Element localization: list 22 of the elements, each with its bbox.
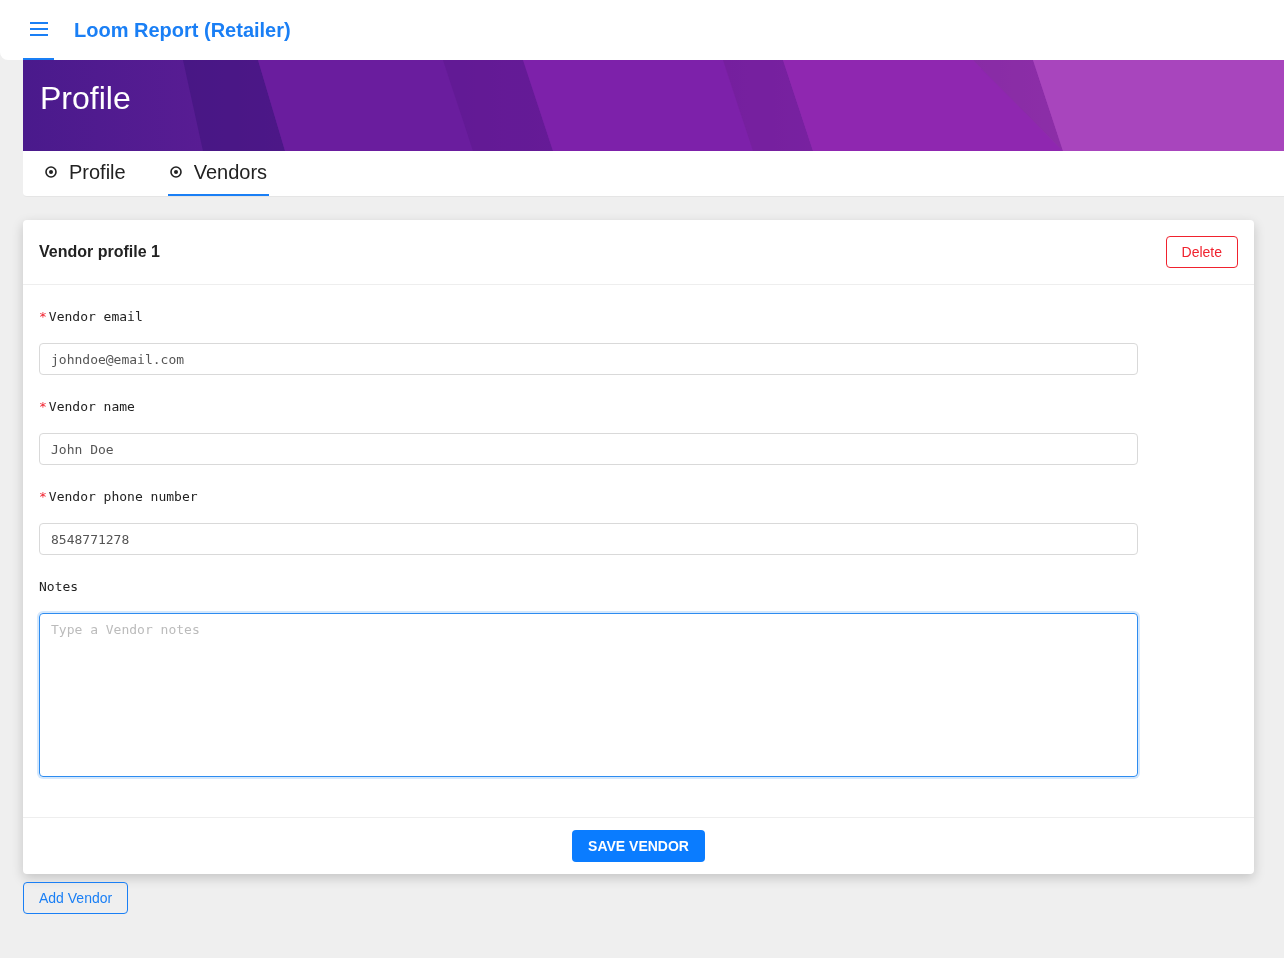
radio-icon	[45, 166, 57, 178]
field-label: Vendor phone number	[48, 488, 198, 507]
input-field[interactable]: johndoe@email.com	[39, 343, 1138, 375]
field-label: Vendor email	[48, 308, 143, 327]
menu-icon	[28, 21, 49, 37]
field-label: Vendor name	[48, 398, 135, 417]
tab[interactable]: Vendors	[167, 150, 270, 196]
radio-icon	[169, 166, 182, 178]
card-title: Vendor profile 1	[39, 242, 160, 262]
notes-field[interactable]: Type a Vendor notes	[39, 613, 1138, 777]
add-vendor-button[interactable]: Add Vendor	[23, 882, 129, 914]
required-mark: *	[39, 488, 47, 507]
save-button[interactable]: SAVE VENDOR	[572, 830, 705, 862]
delete-button[interactable]: Delete	[1165, 236, 1238, 268]
input-field[interactable]: John Doe	[39, 433, 1138, 465]
page-title: Profile	[40, 79, 131, 118]
required-mark: *	[39, 398, 47, 417]
required-mark: *	[39, 308, 47, 327]
tab[interactable]: Profile	[43, 150, 128, 196]
input-field[interactable]: 8548771278	[39, 523, 1138, 555]
field-label: Notes	[39, 578, 79, 597]
app-title: Loom Report (Retailer)	[74, 18, 291, 43]
